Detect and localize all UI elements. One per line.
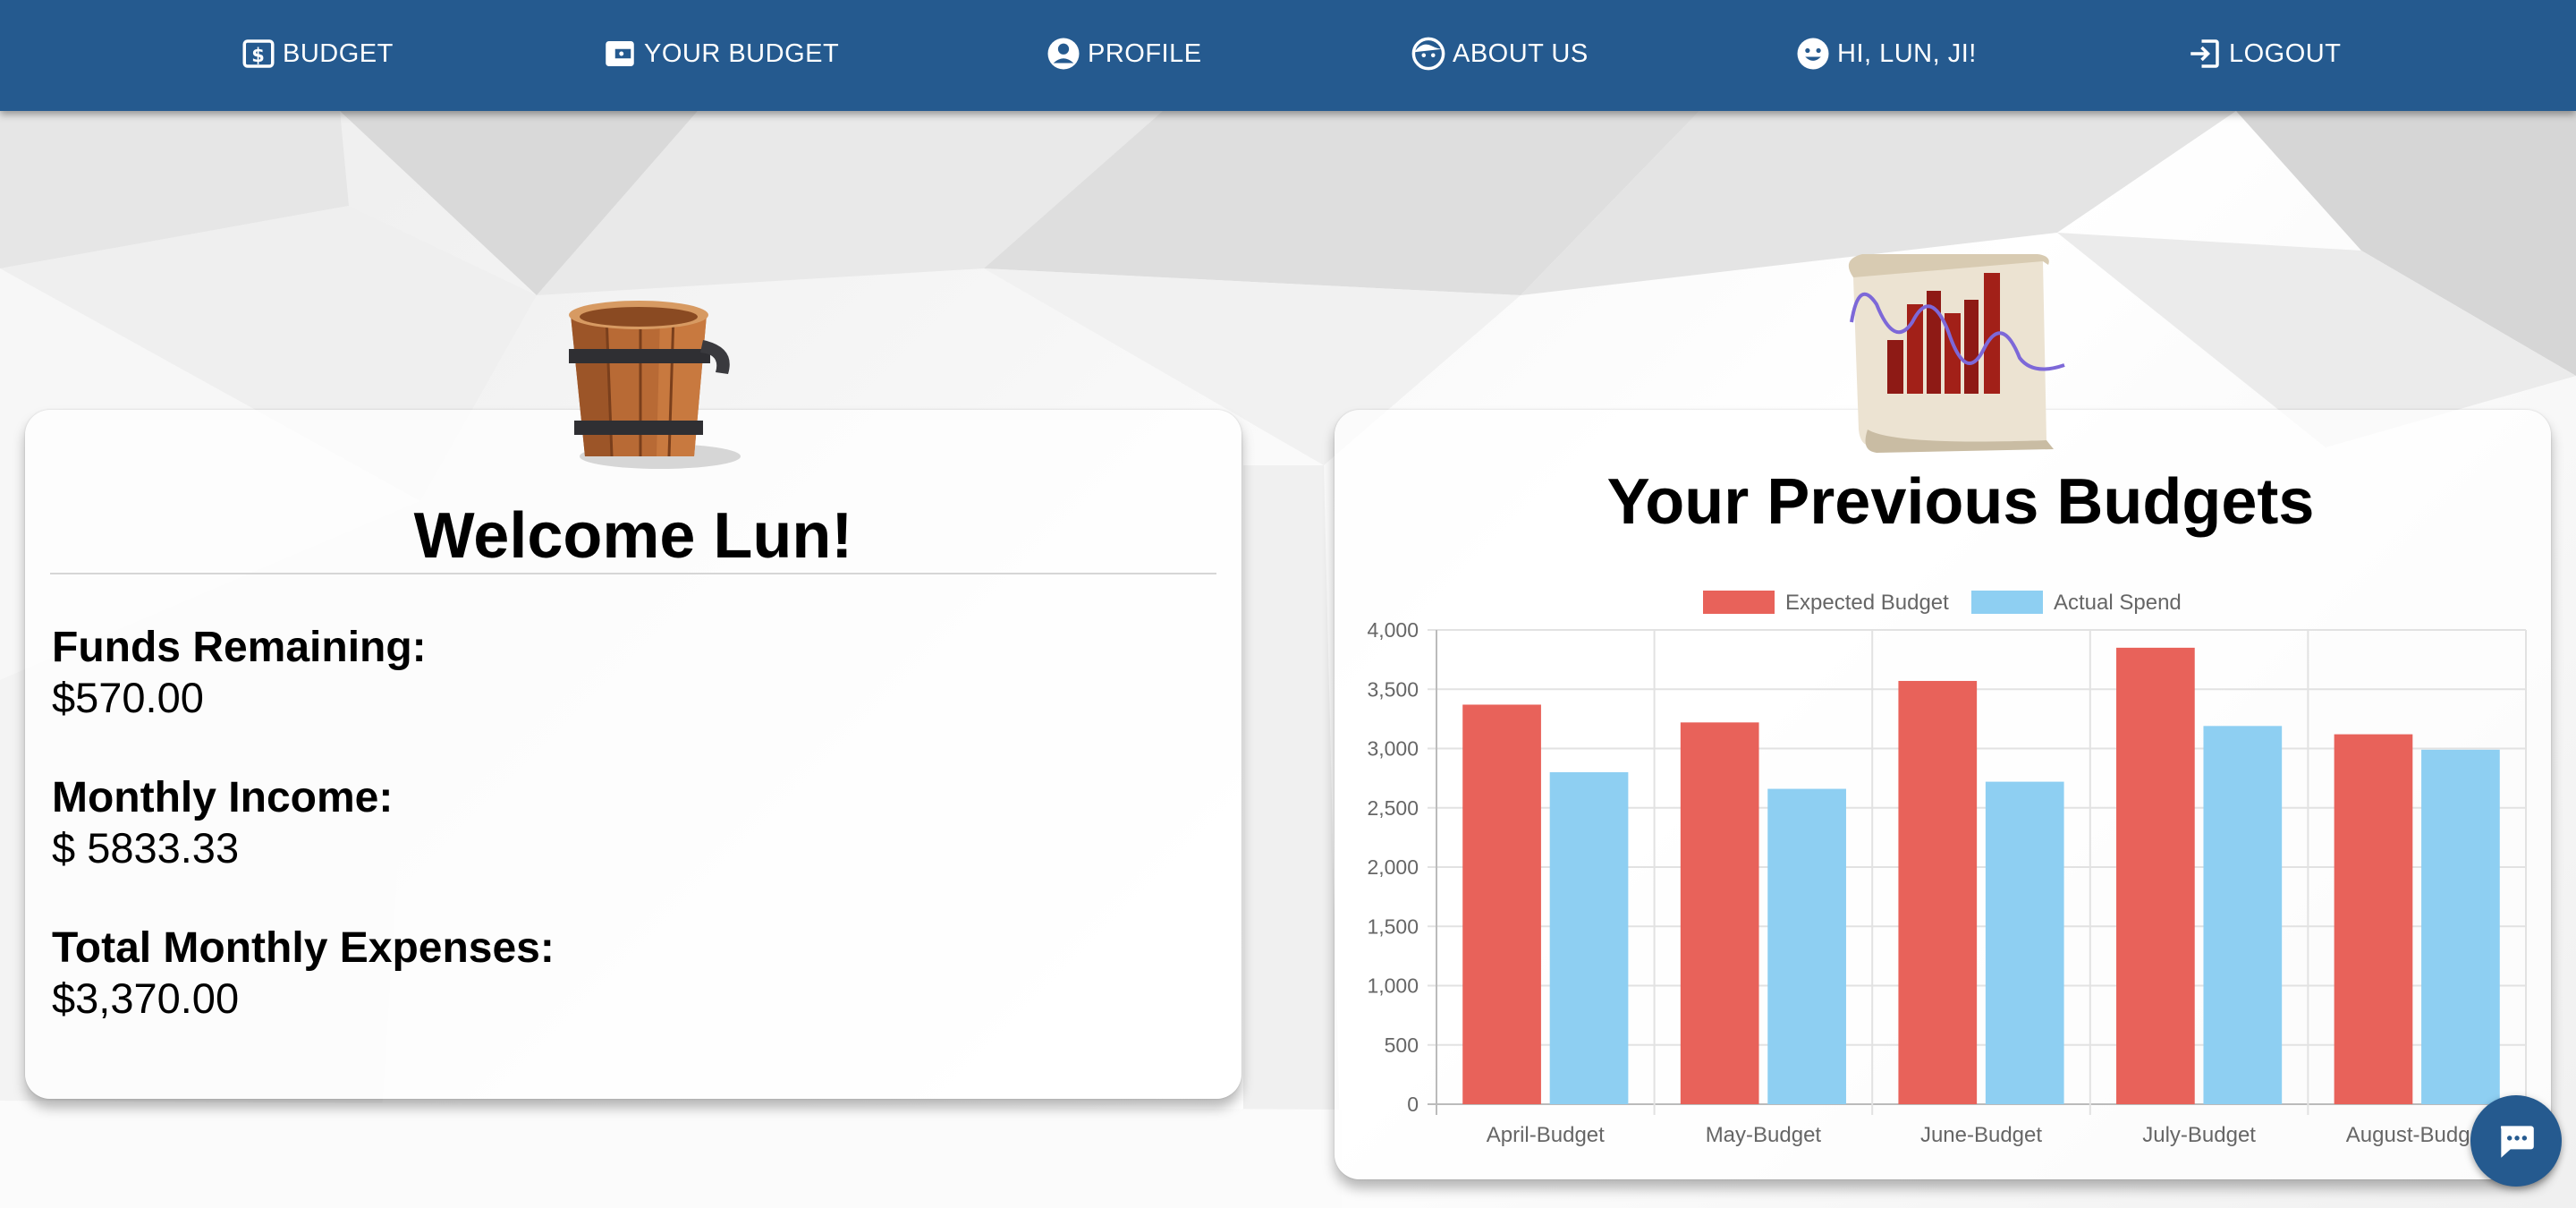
y-tick-label: 1,000 (1367, 974, 1419, 998)
legend-label-expected: Expected Budget (1785, 591, 1949, 615)
welcome-card: Welcome Lun! Funds Remaining: $570.00 Mo… (25, 410, 1241, 1099)
bar-expected (2116, 647, 2195, 1104)
dollar-bill-icon: $ (242, 39, 275, 68)
bar-actual (2421, 749, 2500, 1104)
bar-actual (1549, 772, 1629, 1104)
nav-your-budget-link[interactable]: YOUR BUDGET (601, 34, 839, 73)
y-tick-label: 0 (1407, 1093, 1419, 1116)
chat-button[interactable] (2470, 1095, 2562, 1187)
nav-profile-label: PROFILE (1088, 38, 1202, 68)
nav-budget-label: BUDGET (283, 38, 394, 68)
funds-remaining-value: $570.00 (52, 674, 204, 721)
nav-logout-link[interactable]: LOGOUT (2186, 34, 2341, 73)
nav-profile-link[interactable]: PROFILE (1045, 34, 1202, 73)
y-tick-label: 3,500 (1367, 677, 1419, 701)
nav-your-budget-label: YOUR BUDGET (644, 38, 840, 68)
y-tick-label: 2,000 (1367, 855, 1419, 879)
monthly-income-label: Monthly Income: (52, 774, 394, 821)
bar-expected (2334, 734, 2413, 1104)
logout-icon (2190, 39, 2219, 68)
welcome-title: Welcome Lun! (413, 500, 853, 572)
chart-scroll-illustration (1848, 254, 2065, 453)
chat-bubble-icon (2500, 1126, 2534, 1158)
legend-label-actual: Actual Spend (2054, 591, 2182, 615)
welcome-divider (50, 573, 1216, 574)
monthly-income-value: $ 5833.33 (52, 824, 240, 872)
svg-text:$: $ (251, 45, 266, 66)
wallet-icon (606, 41, 634, 66)
nav-about-us-link[interactable]: ABOUT US (1410, 34, 1589, 73)
bar-expected (1462, 704, 1541, 1104)
previous-budgets-card: Your Previous Budgets Expected Budget Ac… (1335, 410, 2551, 1179)
y-tick-label: 500 (1385, 1034, 1419, 1057)
x-tick-label: June-Budget (1920, 1123, 2042, 1147)
bucket-illustration (569, 301, 741, 469)
total-expenses-label: Total Monthly Expenses: (52, 924, 555, 972)
x-tick-label: August-Budget (2346, 1123, 2488, 1147)
bar-expected (1898, 680, 1978, 1104)
nav-greeting[interactable]: HI, LUN, JI! (1794, 34, 1977, 73)
funds-remaining-label: Funds Remaining: (52, 624, 427, 671)
legend-swatch-actual (1971, 591, 2043, 614)
nav-about-us-label: ABOUT US (1453, 38, 1589, 68)
account-circle-icon (1047, 38, 1080, 70)
bar-expected (1680, 722, 1759, 1104)
x-tick-label: April-Budget (1487, 1123, 1605, 1147)
bar-actual (1767, 788, 1846, 1104)
nav-budget-link[interactable]: $ BUDGET (240, 34, 394, 73)
smiley-icon (1797, 38, 1829, 70)
y-tick-label: 1,500 (1367, 915, 1419, 938)
y-tick-label: 3,000 (1367, 737, 1419, 761)
nav-greeting-label: HI, LUN, JI! (1837, 38, 1977, 68)
x-tick-label: July-Budget (2142, 1123, 2256, 1147)
total-expenses-value: $3,370.00 (52, 974, 240, 1022)
bar-actual (2203, 726, 2283, 1104)
nav-logout-label: LOGOUT (2229, 38, 2342, 68)
face-icon (1411, 37, 1445, 71)
top-navbar: $ BUDGET YOUR BUDGET PROFILE ABOUT US HI… (0, 0, 2576, 111)
legend-swatch-expected (1703, 591, 1775, 614)
bar-actual (1985, 781, 2064, 1104)
x-tick-label: May-Budget (1706, 1123, 1822, 1147)
budget-bar-chart: Expected Budget Actual Spend 0 500 1,000 1,… (1367, 591, 2527, 1147)
y-tick-label: 4,000 (1367, 618, 1419, 642)
y-tick-label: 2,500 (1367, 796, 1419, 820)
